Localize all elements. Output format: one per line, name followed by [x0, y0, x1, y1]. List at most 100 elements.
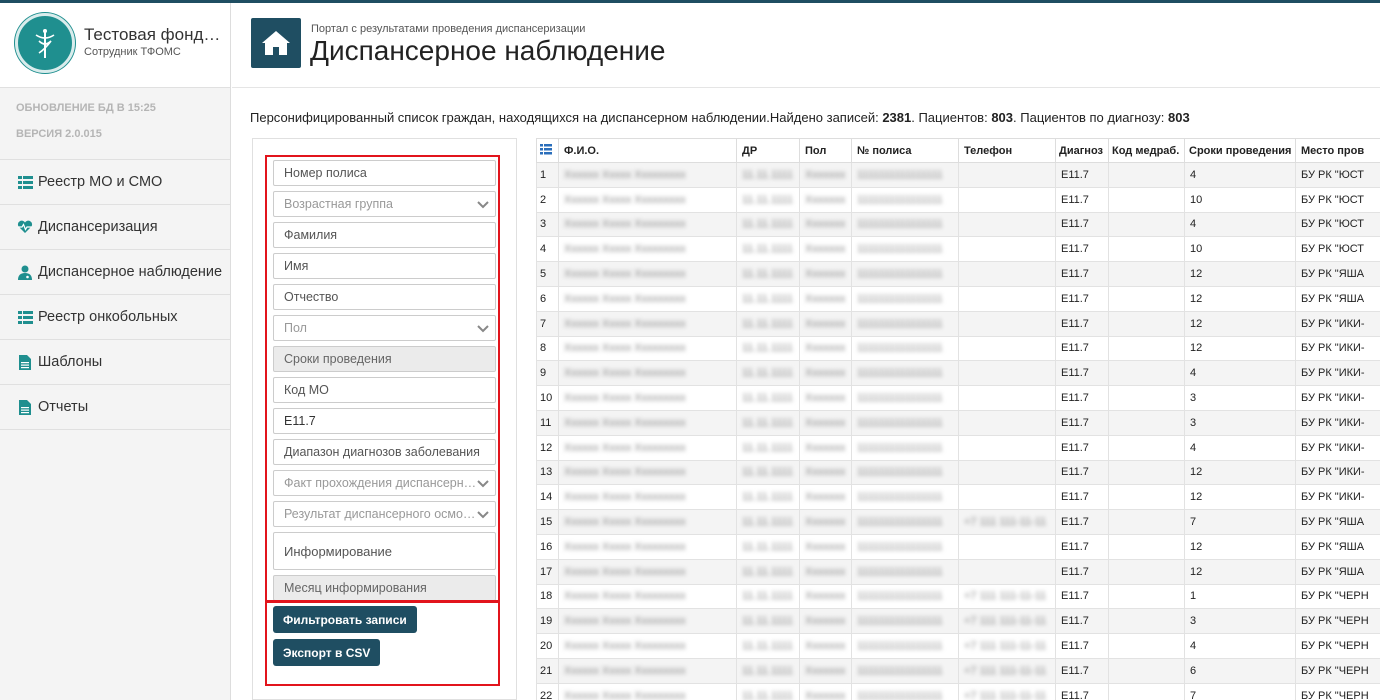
- redacted-value: 1111111111111111: [857, 664, 943, 677]
- phone-cell: [958, 186, 1056, 213]
- column-header[interactable]: ДР: [736, 138, 800, 163]
- fio-cell: Xxxxxx Xxxxx Xxxxxxxxx: [558, 261, 737, 287]
- medworker-code-cell: [1108, 261, 1185, 287]
- sex-cell: Xxxxxxx: [799, 211, 852, 238]
- table-row[interactable]: 17 Xxxxxx Xxxxx Xxxxxxxxx 11.11.1111 Xxxxxx…: [536, 558, 1380, 585]
- home-button[interactable]: [251, 18, 301, 68]
- policy-cell: 1111111111111111: [851, 385, 959, 411]
- redacted-value: Xxxxxxx: [805, 193, 846, 206]
- table-row[interactable]: 12 Xxxxxx Xxxxx Xxxxxxxxx 11.11.1111 Xxxxxx…: [536, 434, 1380, 461]
- birth-date-cell: 11.11.1111: [736, 682, 800, 700]
- sidebar-item-oncology[interactable]: Реестр онкобольных: [0, 295, 230, 340]
- sex-cell: Xxxxxxx: [799, 533, 852, 560]
- user-panel[interactable]: Тестовая фонд… Сотрудник ТФОМС: [0, 3, 230, 88]
- file-icon: [17, 399, 33, 415]
- place-cell: БУ РК "ИКИ-: [1295, 385, 1380, 411]
- medworker-code-cell: [1108, 558, 1185, 585]
- term-cell: 4: [1184, 162, 1296, 188]
- found-count: 2381: [882, 110, 912, 125]
- table-row[interactable]: 4 Xxxxxx Xxxxx Xxxxxxxxx 11.11.1111 Xxxxxxx…: [536, 236, 1380, 263]
- place-cell: БУ РК "ЮСТ: [1295, 186, 1380, 213]
- phone-cell: [958, 310, 1056, 337]
- diagnosis-cell: E11.7: [1055, 211, 1109, 238]
- redacted-value: Xxxxxxx: [805, 416, 846, 429]
- fio-cell: Xxxxxx Xxxxx Xxxxxxxxx: [558, 608, 737, 635]
- row-number-cell: 15: [536, 509, 559, 535]
- term-cell: 12: [1184, 261, 1296, 287]
- table-row[interactable]: 14 Xxxxxx Xxxxx Xxxxxxxxx 11.11.1111 Xxxxxx…: [536, 484, 1380, 511]
- table-row[interactable]: 9 Xxxxxx Xxxxx Xxxxxxxxx 11.11.1111 Xxxxxxx…: [536, 360, 1380, 387]
- place-cell: БУ РК "ЯША: [1295, 285, 1380, 312]
- row-number-cell: 10: [536, 385, 559, 411]
- birth-date-cell: 11.11.1111: [736, 633, 800, 659]
- row-number-cell: 20: [536, 633, 559, 659]
- table-row[interactable]: 22 Xxxxxx Xxxxx Xxxxxxxxx 11.11.1111 Xxxxxx…: [536, 682, 1380, 700]
- table-row[interactable]: 10 Xxxxxx Xxxxx Xxxxxxxxx 11.11.1111 Xxxxxx…: [536, 385, 1380, 411]
- redacted-value: 1111111111111111: [857, 168, 943, 181]
- diagnosis-cell: E11.7: [1055, 335, 1109, 362]
- table-row[interactable]: 21 Xxxxxx Xxxxx Xxxxxxxxx 11.11.1111 Xxxxxx…: [536, 657, 1380, 684]
- table-row[interactable]: 8 Xxxxxx Xxxxx Xxxxxxxxx 11.11.1111 Xxxxxxx…: [536, 335, 1380, 362]
- table-row[interactable]: 5 Xxxxxx Xxxxx Xxxxxxxxx 11.11.1111 Xxxxxxx…: [536, 261, 1380, 287]
- sidebar-item-observation[interactable]: Диспансерное наблюдение: [0, 250, 230, 295]
- row-number-cell: 6: [536, 285, 559, 312]
- column-header[interactable]: Место пров: [1295, 138, 1380, 163]
- place-cell: БУ РК "ИКИ-: [1295, 434, 1380, 461]
- table-row[interactable]: 1 Xxxxxx Xxxxx Xxxxxxxxx 11.11.1111 Xxxxxxx…: [536, 162, 1380, 188]
- place-cell: БУ РК "ИКИ-: [1295, 484, 1380, 511]
- phone-cell: [958, 211, 1056, 238]
- term-cell: 3: [1184, 385, 1296, 411]
- table-row[interactable]: 20 Xxxxxx Xxxxx Xxxxxxxxx 11.11.1111 Xxxxxx…: [536, 633, 1380, 659]
- table-row[interactable]: 11 Xxxxxx Xxxxx Xxxxxxxxx 11.11.1111 Xxxxxx…: [536, 409, 1380, 436]
- sidebar-item-templates[interactable]: Шаблоны: [0, 340, 230, 385]
- place-cell: БУ РК "ЮСТ: [1295, 236, 1380, 263]
- sidebar-item-registry-mo[interactable]: Реестр МО и СМО: [0, 160, 230, 205]
- column-header[interactable]: Сроки проведения: [1184, 138, 1296, 163]
- column-header[interactable]: Пол: [799, 138, 852, 163]
- redacted-value: 1111111111111111: [857, 540, 943, 553]
- redacted-value: 11.11.1111: [742, 367, 793, 380]
- breadcrumb[interactable]: Портал с результатами проведения диспанс…: [311, 23, 585, 35]
- list-icon: [17, 174, 33, 190]
- phone-cell: +7 111 111-11-11: [958, 682, 1056, 700]
- redacted-value: Xxxxxxx: [805, 367, 846, 380]
- row-number-cell: 1: [536, 162, 559, 188]
- birth-date-cell: 11.11.1111: [736, 558, 800, 585]
- column-header[interactable]: Код медраб.: [1108, 138, 1185, 163]
- table-row[interactable]: 3 Xxxxxx Xxxxx Xxxxxxxxx 11.11.1111 Xxxxxxx…: [536, 211, 1380, 238]
- policy-cell: 1111111111111111: [851, 409, 959, 436]
- column-header[interactable]: Ф.И.О.: [558, 138, 737, 163]
- table-row[interactable]: 18 Xxxxxx Xxxxx Xxxxxxxxx 11.11.1111 Xxxxxx…: [536, 583, 1380, 610]
- sex-cell: Xxxxxxx: [799, 633, 852, 659]
- column-menu[interactable]: [536, 138, 559, 163]
- row-number-cell: 9: [536, 360, 559, 387]
- fio-cell: Xxxxxx Xxxxx Xxxxxxxxx: [558, 211, 737, 238]
- page-title: Диспансерное наблюдение: [310, 35, 666, 66]
- sidebar-item-reports[interactable]: Отчеты: [0, 385, 230, 430]
- table-row[interactable]: 7 Xxxxxx Xxxxx Xxxxxxxxx 11.11.1111 Xxxxxxx…: [536, 310, 1380, 337]
- sidebar-item-dispanserization[interactable]: Диспансеризация: [0, 205, 230, 250]
- column-header[interactable]: Диагноз: [1055, 138, 1109, 163]
- redacted-value: 11.11.1111: [742, 565, 793, 578]
- table-row[interactable]: 19 Xxxxxx Xxxxx Xxxxxxxxx 11.11.1111 Xxxxxx…: [536, 608, 1380, 635]
- table-row[interactable]: 15 Xxxxxx Xxxxx Xxxxxxxxx 11.11.1111 Xxxxxx…: [536, 509, 1380, 535]
- fio-cell: Xxxxxx Xxxxx Xxxxxxxxx: [558, 236, 737, 263]
- table-row[interactable]: 16 Xxxxxx Xxxxx Xxxxxxxxx 11.11.1111 Xxxxxx…: [536, 533, 1380, 560]
- place-cell: БУ РК "ЧЕРН: [1295, 657, 1380, 684]
- fio-cell: Xxxxxx Xxxxx Xxxxxxxxx: [558, 409, 737, 436]
- redacted-value: +7 111 111-11-11: [964, 689, 1047, 700]
- table-row[interactable]: 13 Xxxxxx Xxxxx Xxxxxxxxx 11.11.1111 Xxxxxx…: [536, 459, 1380, 486]
- table-row[interactable]: 6 Xxxxxx Xxxxx Xxxxxxxxx 11.11.1111 Xxxxxxx…: [536, 285, 1380, 312]
- column-header[interactable]: Телефон: [958, 138, 1056, 163]
- redacted-value: Xxxxxx Xxxxx Xxxxxxxxx: [564, 392, 686, 405]
- redacted-value: Xxxxxxx: [805, 218, 846, 231]
- redacted-value: 1111111111111111: [857, 392, 943, 405]
- redacted-value: Xxxxxxx: [805, 590, 846, 603]
- redacted-value: Xxxxxx Xxxxx Xxxxxxxxx: [564, 292, 686, 305]
- term-cell: 12: [1184, 484, 1296, 511]
- file-icon: [17, 354, 33, 370]
- table-row[interactable]: 2 Xxxxxx Xxxxx Xxxxxxxxx 11.11.1111 Xxxxxxx…: [536, 186, 1380, 213]
- diagnosis-cell: E11.7: [1055, 434, 1109, 461]
- column-header[interactable]: № полиса: [851, 138, 959, 163]
- redacted-value: +7 111 111-11-11: [964, 615, 1047, 628]
